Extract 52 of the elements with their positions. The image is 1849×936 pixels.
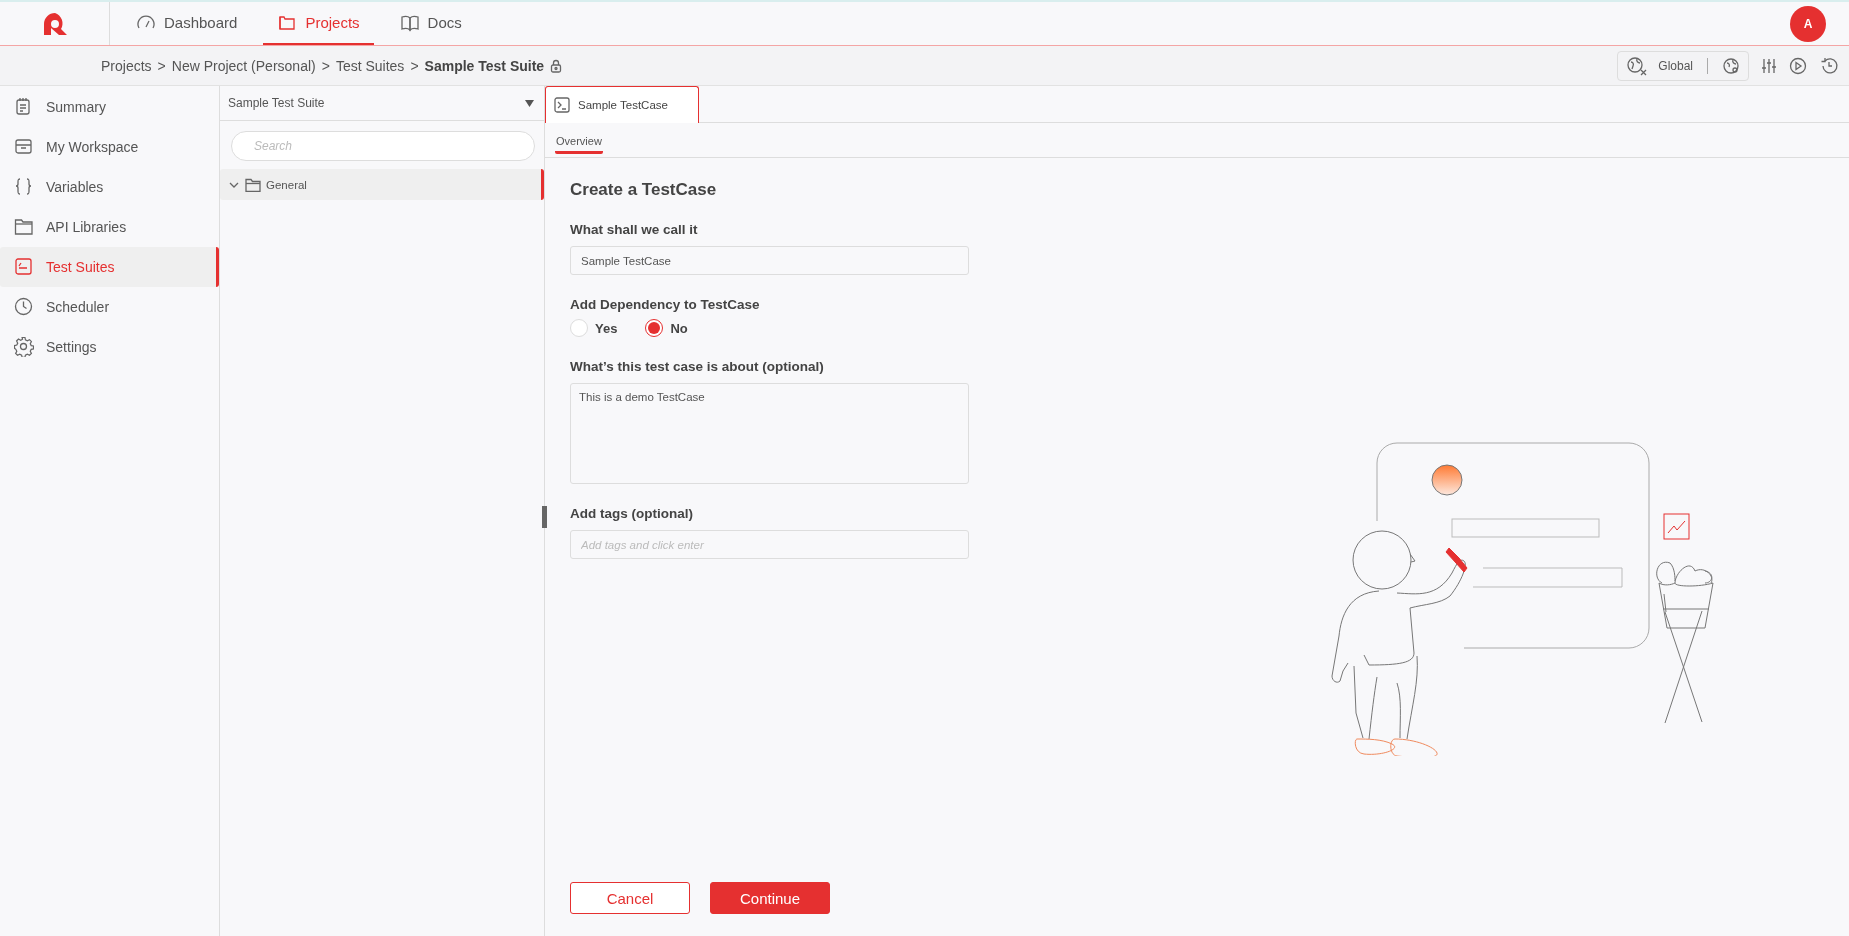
clock-icon [14, 297, 34, 317]
sidebar-item[interactable]: API Libraries [0, 207, 219, 247]
caret-icon [525, 99, 534, 107]
nav-tab[interactable]: Dashboard [122, 2, 252, 45]
name-field[interactable]: Sample TestCase [570, 246, 969, 275]
field-label: Add Dependency to TestCase [570, 297, 761, 312]
nav-tab[interactable]: Docs [385, 2, 476, 45]
folder-icon [14, 217, 34, 237]
sidebar-item[interactable]: Variables [0, 167, 219, 207]
breadcrumb-current: Sample Test Suite [424, 57, 545, 74]
sidebar-item[interactable]: Summary [0, 87, 219, 127]
tags-field[interactable]: Add tags and click enter [570, 530, 969, 559]
field-label: What shall we call it [570, 222, 699, 237]
gear-icon [14, 337, 34, 357]
search-field[interactable]: Search [231, 131, 535, 161]
globe-icon [1626, 55, 1649, 76]
sidebar-item[interactable]: Settings [0, 327, 219, 367]
breadcrumb-link[interactable]: Test Suites [335, 57, 405, 74]
suite-dropdown[interactable]: Sample Test Suite [220, 86, 544, 121]
terminal-icon [554, 97, 570, 113]
folder-icon [245, 177, 261, 192]
user-avatar[interactable]: A [1790, 5, 1826, 42]
radio-option[interactable]: Yes [570, 319, 618, 337]
environment-name: Global [1658, 58, 1693, 73]
overview-tab[interactable]: Overview [555, 135, 603, 154]
breadcrumb-separator: > [321, 57, 330, 74]
sliders-icon [1761, 57, 1777, 74]
editor-tab[interactable]: Sample TestCase [545, 86, 699, 123]
field-label: Add tags (optional) [570, 506, 694, 521]
braces-icon [14, 177, 34, 197]
resize-handle[interactable] [542, 506, 547, 528]
play-icon [1789, 56, 1807, 75]
breadcrumb-separator: > [410, 57, 419, 74]
globe-settings-icon [1722, 56, 1740, 75]
lock-icon [550, 58, 563, 73]
sidebar-item[interactable]: Scheduler [0, 287, 219, 327]
cancel-button[interactable]: Cancel [570, 882, 690, 914]
environment-selector[interactable]: Global [1617, 50, 1749, 81]
history-icon [1819, 56, 1839, 75]
checklist-icon [14, 257, 34, 277]
form-title: Create a TestCase [570, 180, 718, 200]
tray-icon [14, 137, 34, 157]
breadcrumb-link[interactable]: New Project (Personal) [171, 57, 316, 74]
breadcrumb-link[interactable]: Projects [101, 57, 152, 74]
radio-option[interactable]: No [645, 319, 688, 337]
tree-item[interactable]: General [220, 169, 544, 200]
sidebar-item[interactable]: My Workspace [0, 127, 219, 167]
sidebar-item[interactable]: Test Suites [0, 247, 219, 287]
continue-button[interactable]: Continue [710, 882, 830, 914]
description-field[interactable]: This is a demo TestCase [570, 383, 969, 484]
breadcrumb-separator: > [157, 57, 166, 74]
field-label: What’s this test case is about (optional) [570, 359, 825, 374]
